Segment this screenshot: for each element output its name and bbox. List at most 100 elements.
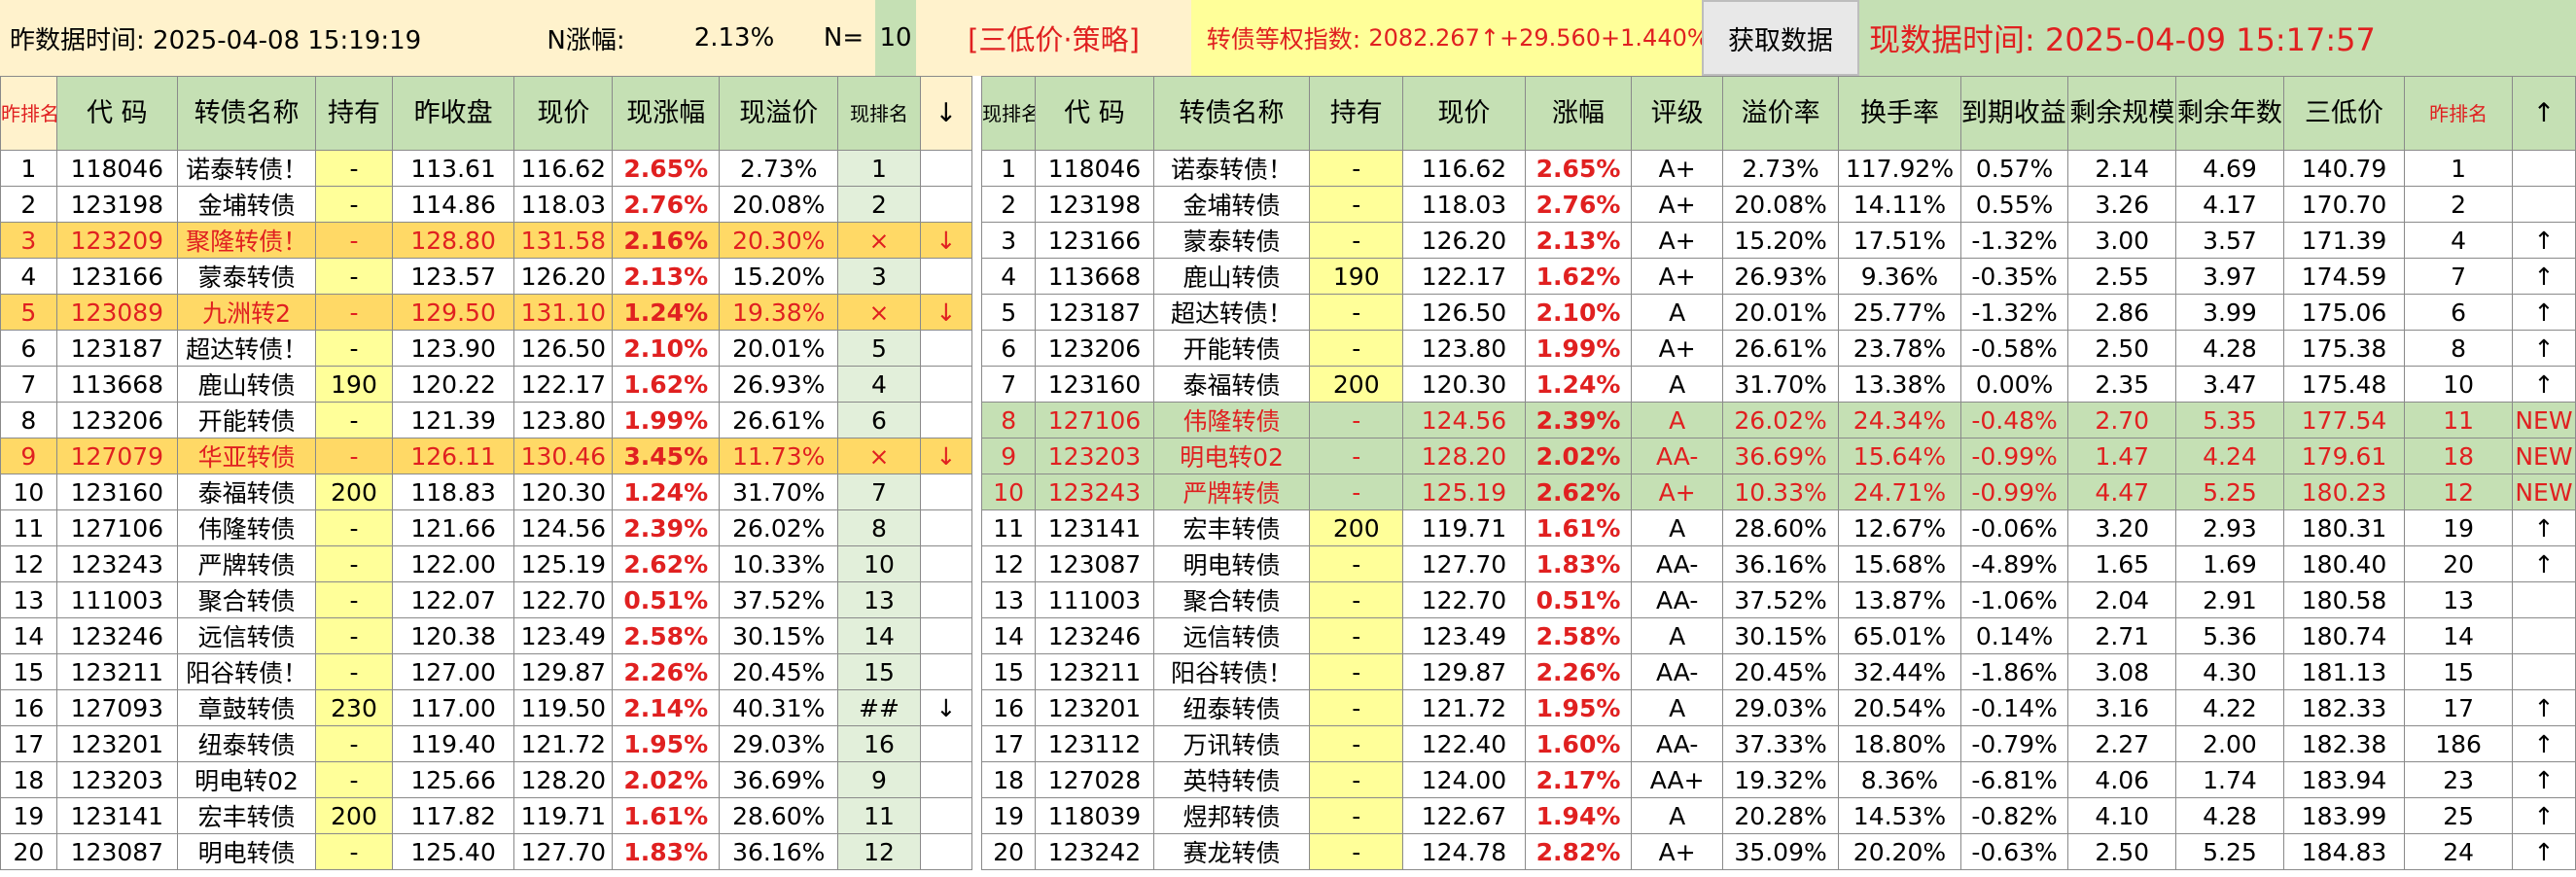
table-row[interactable]: 7 113668 鹿山转债 190 120.22 122.17 1.62% 26.93% 4 <box>0 366 973 403</box>
cell-now-rank: 1 <box>980 150 1037 187</box>
cell-price: 116.62 <box>1402 150 1526 187</box>
cell-turnover: 13.87% <box>1838 581 1961 618</box>
col-header-now-rank: 现排名 <box>837 76 921 151</box>
table-row[interactable]: 6 123187 超达转债！ -123.90 126.50 2.10% 20.01% 5 <box>0 330 973 367</box>
n-value-input[interactable]: 10 <box>875 0 916 76</box>
cell-premium: 26.02% <box>1721 402 1840 438</box>
col-header-turnover: 换手率 <box>1838 76 1961 151</box>
table-row[interactable]: 3 123166 蒙泰转债 -126.20 2.13% A+ 15.20% 17.51% -1.… <box>980 222 2576 259</box>
table-row[interactable]: 20 123087 明电转债 -125.40 127.70 1.83% 36.16% 12 <box>0 833 973 870</box>
table-row[interactable]: 12 123087 明电转债 -127.70 1.83% AA- 36.16% 15.68% -… <box>980 545 2576 582</box>
table-row[interactable]: 12 123243 严牌转债 -122.00 125.19 2.62% 10.33% 10 <box>0 545 973 582</box>
cell-code: 123166 <box>1035 222 1154 259</box>
table-row[interactable]: 20 123242 赛龙转债 -124.78 2.82% A+ 35.09% 20.20% -0… <box>980 833 2576 870</box>
cell-code: 123160 <box>55 474 179 510</box>
cell-now-rank: 5 <box>980 294 1037 331</box>
cell-change: 2.13% <box>1524 222 1633 259</box>
table-row[interactable]: 13 111003 聚合转债 -122.07 122.70 0.51% 37.52% 13 <box>0 581 973 618</box>
cell-price: 126.20 <box>1402 222 1526 259</box>
cell-prev-rank: 11 <box>2404 402 2513 438</box>
cell-scale: 3.16 <box>2067 689 2177 726</box>
cell-code: 123141 <box>1035 509 1154 546</box>
cell-change: 1.24% <box>612 474 721 510</box>
cell-now-rank: 6 <box>837 402 921 438</box>
table-row[interactable]: 16 127093 章鼓转债 230 117.00 119.50 2.14% 40.31% ##… <box>0 689 973 726</box>
cell-prev-rank: 10 <box>0 474 57 510</box>
cell-change: 1.99% <box>612 402 721 438</box>
cell-premium: 2.73% <box>1721 150 1840 187</box>
cell-now-rank: 2 <box>837 186 921 223</box>
table-row[interactable]: 15 123211 阳谷转债！ -127.00 129.87 2.26% 20.45% 15 <box>0 653 973 690</box>
cell-code: 118046 <box>55 150 179 187</box>
cell-rating: A+ <box>1631 222 1723 259</box>
cell-price: 120.30 <box>513 474 614 510</box>
cell-scale: 3.08 <box>2067 653 2177 690</box>
table-row[interactable]: 9 127079 华亚转债 -126.11 130.46 3.45% 11.73% × ↓ <box>0 438 973 474</box>
cell-change: 1.99% <box>1524 330 1633 367</box>
table-row[interactable]: 8 123206 开能转债 -121.39 123.80 1.99% 26.61% 6 <box>0 402 973 438</box>
table-row[interactable]: 10 123160 泰福转债 200 118.83 120.30 1.24% 31.70% 7 <box>0 474 973 510</box>
table-row[interactable]: 3 123209 聚隆转债！ -128.80 131.58 2.16% 20.30% × ↓ <box>0 222 973 259</box>
table-row[interactable]: 11 123141 宏丰转债 200 119.71 1.61% A 28.60% 12.67% -… <box>980 509 2576 546</box>
cell-arrow <box>2511 617 2576 654</box>
cell-now-rank: 7 <box>837 474 921 510</box>
cell-code: 123087 <box>55 833 179 870</box>
cell-now-rank: 8 <box>837 509 921 546</box>
cell-prev-rank: 10 <box>2404 366 2513 403</box>
table-row[interactable]: 1 118046 诺泰转债！ -113.61 116.62 2.65% 2.73% 1 <box>0 150 973 187</box>
fetch-data-button[interactable]: 获取数据 <box>1702 0 1859 76</box>
cell-prev-rank: 3 <box>0 222 57 259</box>
cell-price: 122.70 <box>513 581 614 618</box>
table-row[interactable]: 1 118046 诺泰转债！ -116.62 2.65% A+ 2.73% 117.92% 0.… <box>980 150 2576 187</box>
cell-hold: 190 <box>315 366 393 403</box>
table-row[interactable]: 4 113668 鹿山转债 190 122.17 1.62% A+ 26.93% 9.36% -0… <box>980 258 2576 295</box>
table-row[interactable]: 2 123198 金埔转债 -118.03 2.76% A+ 20.08% 14.11% 0.5… <box>980 186 2576 223</box>
table-row[interactable]: 14 123246 远信转债 -120.38 123.49 2.58% 30.15% 14 <box>0 617 973 654</box>
cell-now-rank: 9 <box>837 761 921 798</box>
table-row[interactable]: 19 123141 宏丰转债 200 117.82 119.71 1.61% 28.60% 11 <box>0 797 973 834</box>
cell-change: 2.58% <box>1524 617 1633 654</box>
cell-change: 2.26% <box>612 653 721 690</box>
table-row[interactable]: 5 123187 超达转债！ -126.50 2.10% A 20.01% 25.77% -1.… <box>980 294 2576 331</box>
cell-premium: 35.09% <box>1721 833 1840 870</box>
table-row[interactable]: 8 127106 伟隆转债 -124.56 2.39% A 26.02% 24.34% -0.4… <box>980 402 2576 438</box>
table-row[interactable]: 10 123243 严牌转债 -125.19 2.62% A+ 10.33% 24.71% -0… <box>980 474 2576 510</box>
cell-price: 122.17 <box>513 366 614 403</box>
cell-name: 诺泰转债！ <box>177 150 317 187</box>
cell-premium: 19.32% <box>1721 761 1840 798</box>
cell-triple-low: 183.94 <box>2282 761 2406 798</box>
cell-price: 122.17 <box>1402 258 1526 295</box>
cell-premium: 20.28% <box>1721 797 1840 834</box>
cell-name: 赛龙转债 <box>1152 833 1311 870</box>
table-row[interactable]: 14 123246 远信转债 -123.49 2.58% A 30.15% 65.01% 0.1… <box>980 617 2576 654</box>
table-row[interactable]: 17 123201 纽泰转债 -119.40 121.72 1.95% 29.03% 16 <box>0 725 973 762</box>
table-row[interactable]: 7 123160 泰福转债 200 120.30 1.24% A 31.70% 13.38% 0.… <box>980 366 2576 403</box>
cell-name: 伟隆转债 <box>177 509 317 546</box>
cell-now-rank: 15 <box>837 653 921 690</box>
table-row[interactable]: 18 123203 明电转02-125.66 128.20 2.02% 36.69% 9 <box>0 761 973 798</box>
cell-triple-low: 174.59 <box>2282 258 2406 295</box>
cell-prev-rank: 18 <box>2404 438 2513 474</box>
cell-premium: 36.69% <box>1721 438 1840 474</box>
table-row[interactable]: 4 123166 蒙泰转债 -123.57 126.20 2.13% 15.20% 3 <box>0 258 973 295</box>
cell-arrow <box>2511 150 2576 187</box>
cell-years: 4.24 <box>2175 438 2284 474</box>
table-row[interactable]: 16 123201 纽泰转债 -121.72 1.95% A 29.03% 20.54% -0.… <box>980 689 2576 726</box>
cell-arrow: NEW <box>2511 438 2576 474</box>
table-row[interactable]: 15 123211 阳谷转债！ -129.87 2.26% AA- 20.45% 32.44%… <box>980 653 2576 690</box>
table-row[interactable]: 19 118039 煜邦转债 -122.67 1.94% A 20.28% 14.53% -0.… <box>980 797 2576 834</box>
table-row[interactable]: 17 123112 万讯转债 -122.40 1.60% AA- 37.33% 18.80% -… <box>980 725 2576 762</box>
table-row[interactable]: 9 123203 明电转02-128.20 2.02% AA- 36.69% 15.64% -… <box>980 438 2576 474</box>
cell-change: 2.76% <box>612 186 721 223</box>
col-header-name: 转债名称 <box>1152 76 1311 151</box>
table-row[interactable]: 13 111003 聚合转债 -122.70 0.51% AA- 37.52% 13.87% -… <box>980 581 2576 618</box>
cell-ytm: -0.79% <box>1959 725 2069 762</box>
index-label: 转债等权指数: <box>1191 0 1376 76</box>
table-row[interactable]: 6 123206 开能转债 -123.80 1.99% A+ 26.61% 23.78% -0.… <box>980 330 2576 367</box>
table-row[interactable]: 11 127106 伟隆转债 -121.66 124.56 2.39% 26.02% 8 <box>0 509 973 546</box>
cell-price: 126.50 <box>1402 294 1526 331</box>
table-row[interactable]: 18 127028 英特转债 -124.00 2.17% AA+ 19.32% 8.36% -6… <box>980 761 2576 798</box>
table-row[interactable]: 2 123198 金埔转债 -114.86 118.03 2.76% 20.08% 2 <box>0 186 973 223</box>
col-header-scale: 剩余规模 <box>2067 76 2177 151</box>
table-row[interactable]: 5 123089 九洲转2-129.50 131.10 1.24% 19.38% × ↓ <box>0 294 973 331</box>
